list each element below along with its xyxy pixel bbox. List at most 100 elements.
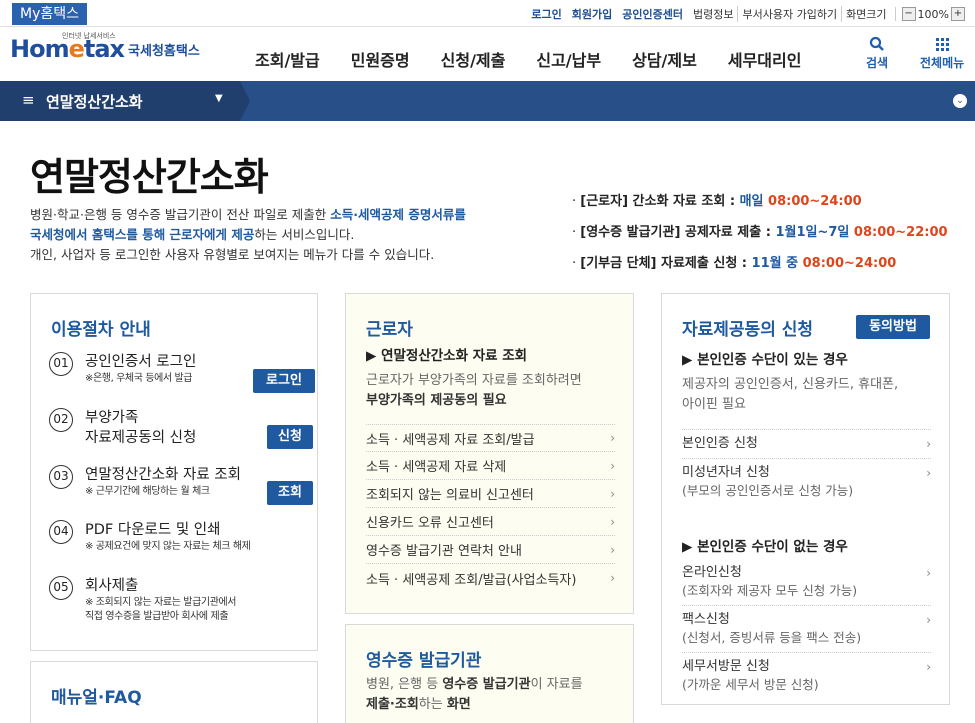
- utility-bar: My홈택스 로그인 회원가입 공인인증센터 법령정보 부서사용자 가입하기 화면…: [0, 0, 975, 27]
- search-label: 검색: [866, 56, 889, 70]
- consent-list-item[interactable]: 온라인신청 (조회자와 제공자 모두 신청 가능) ›: [682, 559, 931, 606]
- zoom-in-button[interactable]: +: [951, 7, 965, 21]
- consent-list-item[interactable]: 팩스신청 (신청서, 증빙서류 등을 팩스 전송) ›: [682, 606, 931, 653]
- consent-section2-list: 온라인신청 (조회자와 제공자 모두 신청 가능) › 팩스신청 (신청서, 증빙서류…: [682, 559, 931, 699]
- usage-guide-title: 이용절차 안내: [51, 320, 151, 340]
- chevron-right-icon: ›: [610, 458, 615, 473]
- worker-menu-item[interactable]: 소득 · 세액공제 자료 삭제 ›: [366, 452, 615, 480]
- consent-section1-list: 본인인증 신청 › 미성년자녀 신청 (부모의 공인인증서로 신청 가능) ›: [682, 429, 931, 505]
- worker-menu-item[interactable]: 영수증 발급기관 연락처 안내 ›: [366, 536, 615, 564]
- grid-menu-icon: [936, 38, 950, 51]
- worker-menu-item[interactable]: 조회되지 않는 의료비 신고센터 ›: [366, 480, 615, 508]
- step-note-line2: 직접 영수증을 발급받아 회사에 제출: [85, 611, 229, 622]
- worker-menu-item[interactable]: 소득 · 세액공제 조회/발급(사업소득자) ›: [366, 564, 615, 592]
- utility-links: 로그인 회원가입 공인인증센터 법령정보 부서사용자 가입하기 화면크기 − 1…: [521, 6, 967, 22]
- worker-menu-item[interactable]: 소득 · 세액공제 자료 조회/발급 ›: [366, 424, 615, 452]
- chevron-right-icon: ›: [610, 542, 615, 557]
- dept-user-join-link[interactable]: 부서사용자 가입하기: [737, 6, 841, 22]
- inquiry-button[interactable]: 조회: [267, 481, 313, 505]
- worker-panel: 근로자 ▶ 연말정산간소화 자료 조회 근로자가 부양가족의 자료를 조회하려면…: [345, 293, 634, 614]
- step-note: ※ 공제요건에 맞지 않는 자료는 체크 해제: [85, 541, 251, 552]
- step-1: 01 공인인증서 로그인 ※은행, 우체국 등에서 발급: [49, 352, 196, 386]
- apply-button[interactable]: 신청: [267, 425, 313, 449]
- usage-guide-panel: 이용절차 안내 01 공인인증서 로그인 ※은행, 우체국 등에서 발급 로그인 …: [30, 293, 318, 651]
- dropdown-caret-icon[interactable]: ▼: [215, 93, 223, 104]
- issuer-title: 영수증 발급기관: [366, 651, 482, 671]
- issuer-panel: 영수증 발급기관 병원, 은행 등 영수증 발급기관이 자료를 제출·조회하는 …: [345, 624, 634, 723]
- logo-text: 국세청홈택스: [128, 44, 200, 59]
- sub-menu-arrow: [240, 81, 250, 121]
- all-menu-button[interactable]: 전체메뉴: [920, 36, 964, 71]
- consent-list-item[interactable]: 본인인증 신청 ›: [682, 429, 931, 459]
- logo-mark: 인터넷 납세서비스 Hometax: [10, 32, 125, 63]
- search-icon: [869, 36, 884, 51]
- zoom-value: 100%: [917, 7, 949, 21]
- nav-report-payment[interactable]: 신고/납부: [536, 47, 601, 71]
- sub-menu-title[interactable]: 연말정산간소화: [46, 91, 143, 112]
- chevron-right-icon: ›: [926, 466, 931, 480]
- consent-method-button[interactable]: 동의방법: [856, 315, 930, 339]
- chevron-right-icon: ›: [610, 514, 615, 529]
- intro-line3: 개인, 사업자 등 로그인한 사용자 유형별로 보여지는 메뉴가 다를 수 있습…: [30, 247, 435, 262]
- intro-line2a: 국세청에서 홈택스를 통해 근로자에게 제공: [30, 227, 255, 242]
- worker-subtitle: ▶ 연말정산간소화 자료 조회: [366, 348, 528, 364]
- chevron-right-icon: ›: [926, 660, 931, 674]
- worker-menu-list: 소득 · 세액공제 자료 조회/발급 › 소득 · 세액공제 자료 삭제 › 조회되…: [366, 424, 615, 592]
- hometax-logo[interactable]: 인터넷 납세서비스 Hometax 국세청홈택스: [10, 32, 200, 63]
- step-5: 05 회사제출 ※ 조회되지 않는 자료는 발급기관에서 직접 영수증을 발급받아 …: [49, 576, 237, 624]
- search-button[interactable]: 검색: [866, 36, 888, 71]
- worker-title: 근로자: [366, 320, 413, 340]
- worker-menu-item[interactable]: 신용카드 오류 신고센터 ›: [366, 508, 615, 536]
- chevron-right-icon: ›: [610, 486, 615, 501]
- logo-home: Hom: [10, 35, 70, 63]
- join-link[interactable]: 회원가입: [572, 6, 612, 22]
- nav-consult[interactable]: 상담/제보: [632, 47, 697, 71]
- expand-circle-icon[interactable]: ⌄: [953, 94, 967, 108]
- login-link[interactable]: 로그인: [531, 6, 561, 22]
- nav-inquiry[interactable]: 조회/발급: [255, 47, 320, 71]
- login-button[interactable]: 로그인: [253, 369, 315, 393]
- step-number: 05: [49, 576, 73, 600]
- step-number: 01: [49, 352, 73, 376]
- page-intro: 병원·학교·은행 등 영수증 발급기관이 전산 파일로 제출한 소득·세액공제 …: [30, 205, 550, 265]
- chevron-right-icon: ›: [926, 566, 931, 580]
- nav-application[interactable]: 신청/제출: [441, 47, 506, 71]
- chevron-right-icon: ›: [610, 571, 615, 585]
- myhome-tab[interactable]: My홈택스: [12, 3, 88, 25]
- intro-line2b: 하는 서비스입니다.: [254, 227, 355, 242]
- step-4: 04 PDF 다운로드 및 인쇄 ※ 공제요건에 맞지 않는 자료는 체크 해제: [49, 520, 251, 554]
- logo-subtitle: 인터넷 납세서비스: [62, 32, 116, 40]
- step-note: ※ 조회되지 않는 자료는 발급기관에서: [85, 597, 237, 608]
- issuer-description: 병원, 은행 등 영수증 발급기관이 자료를 제출·조회하는 화면: [366, 677, 583, 712]
- cert-center-link[interactable]: 공인인증센터: [622, 6, 683, 22]
- step-title: 공인인증서 로그인: [85, 354, 197, 370]
- consent-panel: 자료제공동의 신청 동의방법 ▶ 본인인증 수단이 있는 경우 제공자의 공인인…: [661, 293, 950, 705]
- step-number: 04: [49, 520, 73, 544]
- schedule-item: · [기부금 단체] 자료제출 신청 : 11월 중 08:00~24:00: [572, 256, 897, 271]
- chevron-right-icon: ›: [610, 431, 615, 445]
- manual-faq-panel[interactable]: 매뉴얼·FAQ: [30, 661, 318, 723]
- zoom-label: 화면크기: [841, 6, 890, 22]
- consent-list-item[interactable]: 세무서방문 신청 (가까운 세무서 방문 신청) ›: [682, 653, 931, 699]
- page-title: 연말정산간소화: [30, 155, 269, 199]
- hamburger-icon: ≡: [22, 91, 35, 109]
- consent-section1-desc: 제공자의 공인인증서, 신용카드, 휴대폰, 아이핀 필요: [682, 377, 899, 412]
- nav-tax-agent[interactable]: 세무대리인: [728, 47, 802, 71]
- step-2: 02 부양가족 자료제공동의 신청: [49, 408, 196, 448]
- chevron-right-icon: ›: [926, 613, 931, 627]
- zoom-out-button[interactable]: −: [901, 7, 916, 21]
- intro-line1a: 병원·학교·은행 등 영수증 발급기관이 전산 파일로 제출한: [30, 207, 331, 222]
- step-note: ※ 근무기간에 해당하는 월 체크: [85, 486, 210, 497]
- law-info-link[interactable]: 법령정보: [689, 6, 737, 22]
- step-title: 연말정산간소화 자료 조회: [85, 467, 241, 483]
- step-note: ※은행, 우체국 등에서 발급: [85, 373, 193, 384]
- consent-list-item[interactable]: 미성년자녀 신청 (부모의 공인인증서로 신청 가능) ›: [682, 459, 931, 505]
- worker-description: 근로자가 부양가족의 자료를 조회하려면 부양가족의 제공동의 필요: [366, 373, 582, 408]
- step-number: 03: [49, 465, 73, 489]
- step-3: 03 연말정산간소화 자료 조회 ※ 근무기간에 해당하는 월 체크: [49, 465, 241, 499]
- nav-certificate[interactable]: 민원증명: [351, 47, 410, 71]
- sub-navigation-bar: ≡ 연말정산간소화 ▼ ⌄: [0, 81, 975, 121]
- global-nav: 조회/발급 민원증명 신청/제출 신고/납부 상담/제보 세무대리인: [255, 47, 832, 71]
- zoom-control: − 100% +: [894, 7, 967, 21]
- chevron-right-icon: ›: [926, 437, 931, 451]
